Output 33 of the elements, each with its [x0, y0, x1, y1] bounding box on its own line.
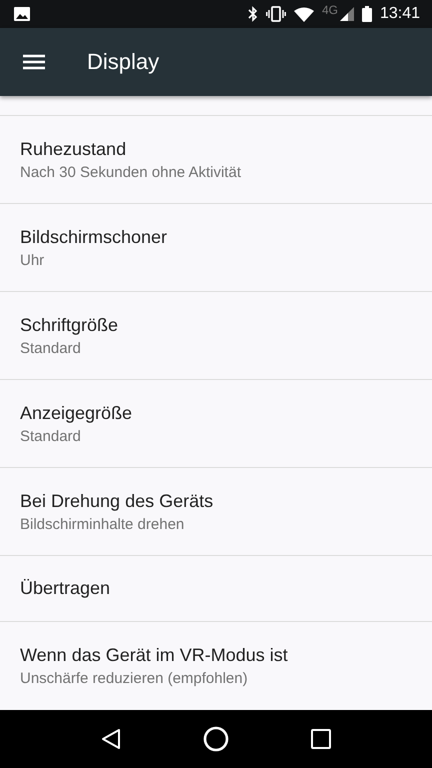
wifi-icon	[294, 6, 314, 22]
settings-item[interactable]: Ruhezustand Nach 30 Sekunden ohne Aktivität	[0, 116, 432, 204]
setting-summary: Standard	[20, 340, 81, 356]
setting-title: Anzeigegröße	[20, 402, 132, 424]
settings-item[interactable]: Schriftgröße Standard	[0, 292, 432, 380]
setting-title: Schriftgröße	[20, 314, 118, 336]
setting-title: Bildschirmschoner	[20, 226, 168, 248]
setting-title: Übertragen	[20, 578, 110, 599]
picture-icon	[14, 7, 30, 21]
bluetooth-icon	[248, 6, 258, 22]
setting-title: Ruhezustand	[20, 138, 126, 160]
settings-item[interactable]: Anzeigegröße Standard	[0, 380, 432, 468]
menu-icon	[23, 54, 45, 70]
setting-title: Wenn das Gerät im VR-Modus ist	[20, 644, 288, 666]
setting-summary: Standard	[20, 428, 81, 444]
vibrate-icon	[266, 6, 286, 22]
setting-summary: Nach 30 Sekunden ohne Aktivität	[20, 164, 241, 180]
settings-item[interactable]: Bildschirmschoner Uhr	[0, 204, 432, 292]
setting-summary: Bildschirminhalte drehen	[20, 516, 184, 532]
back-icon	[101, 728, 121, 750]
recents-icon	[311, 729, 331, 749]
network-label: 4G	[322, 3, 338, 17]
settings-item[interactable]: Bei Drehung des Geräts Bildschirminhalte drehen	[0, 468, 432, 556]
clock: 13:41	[380, 5, 420, 23]
home-icon	[203, 726, 229, 752]
screen-title: Display	[87, 49, 160, 75]
settings-item[interactable]: Wenn das Gerät im VR-Modus ist Unschärfe reduzieren (empfohlen)	[0, 622, 432, 709]
setting-summary: Unschärfe reduzieren (empfohlen)	[20, 670, 248, 686]
setting-summary: Uhr	[20, 252, 44, 268]
signal-icon	[340, 7, 354, 21]
settings-item[interactable]: Übertragen	[0, 556, 432, 622]
battery-icon	[362, 6, 372, 22]
setting-title: Bei Drehung des Geräts	[20, 490, 214, 512]
